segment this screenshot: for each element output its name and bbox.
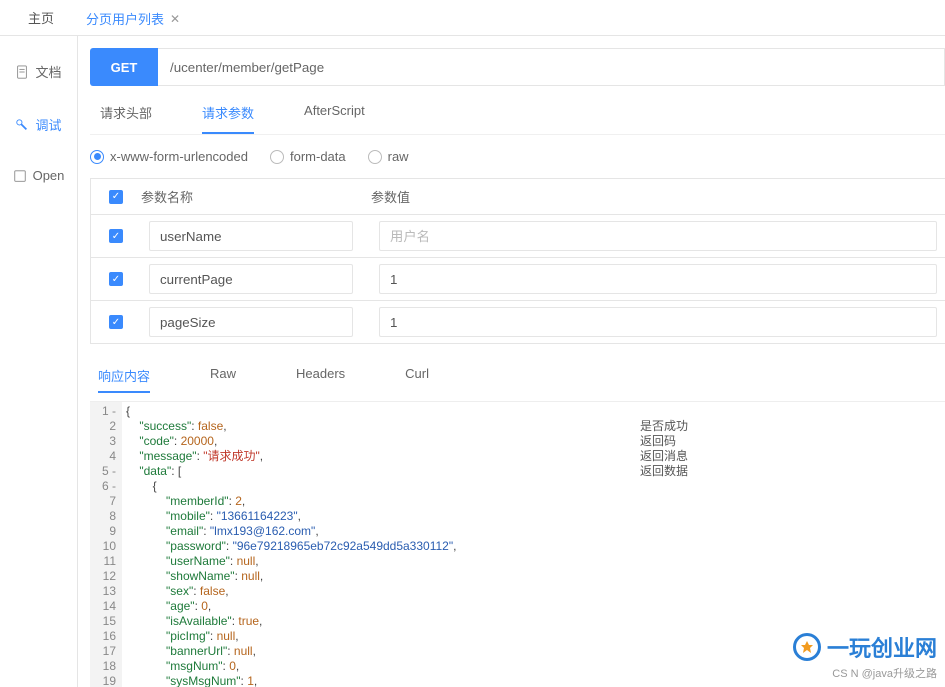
top-tabs: 主页 分页用户列表 ✕ — [0, 0, 945, 36]
tab-resp-content[interactable]: 响应内容 — [98, 366, 150, 393]
tab-label: 分页用户列表 — [86, 9, 164, 28]
watermark-sub-prefix: CS N — [832, 668, 858, 680]
radio-urlencoded[interactable]: x-www-form-urlencoded — [90, 149, 248, 164]
radio-icon — [270, 150, 284, 164]
param-header-row: ✓ 参数名称 参数值 — [91, 179, 945, 214]
checkbox[interactable]: ✓ — [109, 272, 123, 286]
tab-after-script[interactable]: AfterScript — [304, 103, 365, 134]
tab-resp-headers[interactable]: Headers — [296, 366, 345, 393]
param-value-input[interactable] — [379, 307, 937, 337]
response-tabs: 响应内容 Raw Headers Curl — [90, 344, 945, 402]
tab-resp-curl[interactable]: Curl — [405, 366, 429, 393]
request-tabs: 请求头部 请求参数 AfterScript — [90, 91, 945, 135]
sidebar-item-debug[interactable]: 调试 — [15, 115, 61, 134]
radio-label: raw — [388, 149, 409, 164]
tab-req-headers[interactable]: 请求头部 — [100, 103, 152, 134]
response-annotations: 是否成功返回码返回消息返回数据总条数分页信息 — [550, 402, 688, 687]
radio-raw[interactable]: raw — [368, 149, 409, 164]
sidebar: 文档 调试 Open — [0, 36, 78, 687]
response-code[interactable]: 1 -2345 -6 -7891011121314151617181920212… — [90, 402, 550, 687]
page-icon — [13, 169, 27, 183]
watermark-logo-icon — [793, 633, 821, 661]
watermark-sub: @java升级之路 — [862, 668, 937, 680]
tab-req-params[interactable]: 请求参数 — [202, 103, 254, 134]
radio-icon — [90, 150, 104, 164]
sidebar-item-label: 调试 — [35, 115, 61, 134]
sidebar-item-label: Open — [33, 168, 65, 183]
sidebar-item-doc[interactable]: 文档 — [15, 62, 61, 81]
param-name-input[interactable] — [149, 307, 353, 337]
radio-label: form-data — [290, 149, 346, 164]
checkbox[interactable]: ✓ — [109, 315, 123, 329]
radio-formdata[interactable]: form-data — [270, 149, 346, 164]
watermark: 一玩创业网 CS N @java升级之路 — [793, 631, 937, 681]
checkbox-all[interactable]: ✓ — [109, 190, 123, 204]
watermark-text: 一玩创业网 — [827, 631, 937, 663]
param-value-input[interactable] — [379, 264, 937, 294]
close-icon[interactable]: ✕ — [170, 12, 180, 26]
tab-resp-raw[interactable]: Raw — [210, 366, 236, 393]
wrench-icon — [15, 118, 29, 132]
url-bar: GET — [90, 48, 945, 86]
param-value-input[interactable] — [379, 221, 937, 251]
doc-icon — [15, 65, 29, 79]
radio-label: x-www-form-urlencoded — [110, 149, 248, 164]
sidebar-item-open[interactable]: Open — [13, 168, 65, 183]
col-header-value: 参数值 — [371, 179, 945, 214]
col-header-name: 参数名称 — [141, 179, 361, 214]
sidebar-item-label: 文档 — [35, 62, 61, 81]
method-select[interactable]: GET — [90, 48, 158, 86]
tab-label: 主页 — [28, 8, 54, 27]
param-row: ✓ — [91, 214, 945, 257]
url-input[interactable] — [158, 48, 945, 86]
body-type-radio-group: x-www-form-urlencoded form-data raw — [90, 135, 945, 178]
param-row: ✓ — [91, 257, 945, 300]
main-panel: GET 请求头部 请求参数 AfterScript x-www-form-url… — [78, 36, 945, 687]
radio-icon — [368, 150, 382, 164]
tab-page-users[interactable]: 分页用户列表 ✕ — [70, 0, 196, 35]
param-name-input[interactable] — [149, 221, 353, 251]
checkbox[interactable]: ✓ — [109, 229, 123, 243]
param-name-input[interactable] — [149, 264, 353, 294]
tab-home[interactable]: 主页 — [12, 0, 70, 35]
param-table: ✓ 参数名称 参数值 ✓ ✓ ✓ — [90, 178, 945, 344]
param-row: ✓ — [91, 300, 945, 343]
